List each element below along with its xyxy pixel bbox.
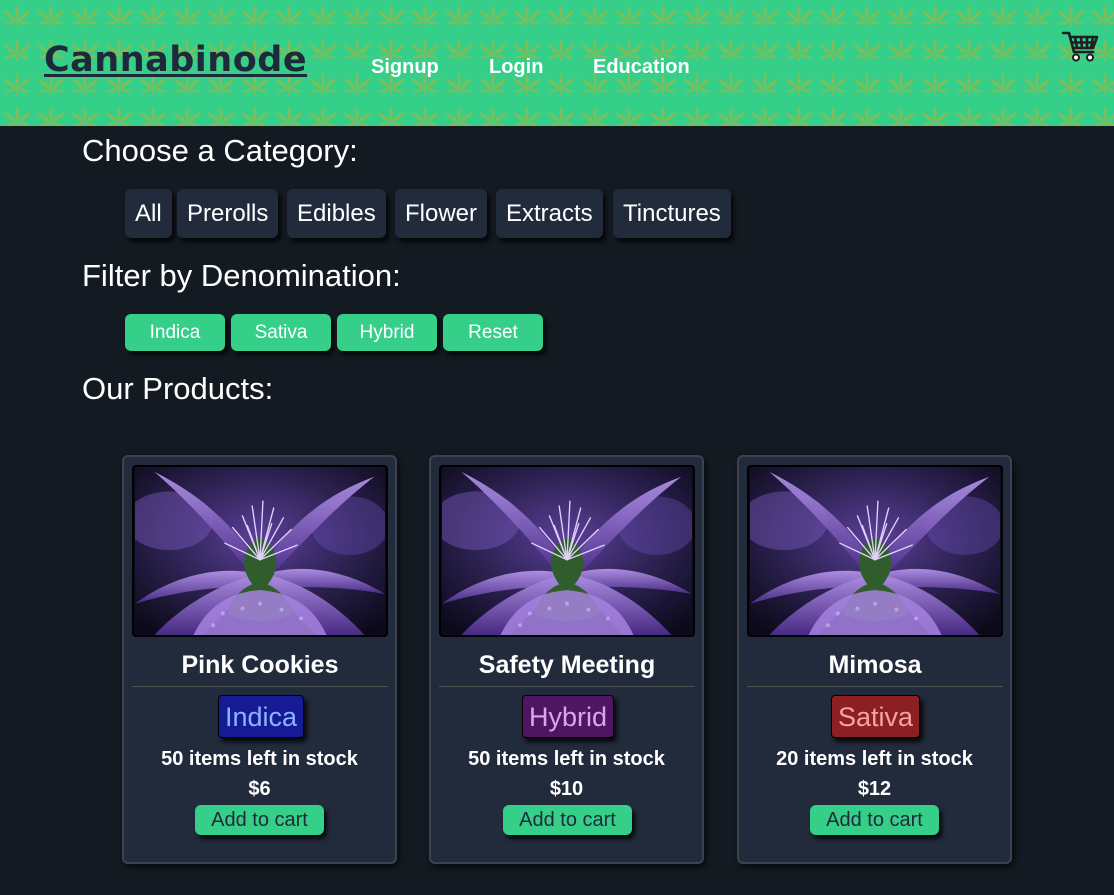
category-tinctures-button[interactable]: Tinctures (613, 189, 731, 238)
product-name: Safety Meeting (439, 651, 695, 687)
nav-education[interactable]: Education (593, 56, 690, 79)
product-image (439, 465, 695, 637)
strain-type-badge: Indica (218, 695, 305, 738)
product-name: Pink Cookies (132, 651, 388, 687)
price-text: $12 (857, 778, 892, 800)
stock-text: 50 items left in stock (468, 748, 665, 770)
nav-login[interactable]: Login (489, 56, 543, 79)
filter-indica-button[interactable]: Indica (125, 314, 225, 351)
site-logo[interactable]: Cannabinode (44, 40, 307, 80)
add-to-cart-button[interactable]: Add to cart (503, 805, 632, 835)
product-image (132, 465, 388, 637)
add-to-cart-button[interactable]: Add to cart (810, 805, 939, 835)
filter-reset-button[interactable]: Reset (443, 314, 543, 351)
strain-type-badge: Hybrid (522, 695, 615, 738)
product-name: Mimosa (747, 651, 1003, 687)
category-prerolls-button[interactable]: Prerolls (177, 189, 279, 238)
product-card: Mimosa Sativa 20 items left in stock $12… (737, 455, 1012, 864)
header-bar: Cannabinode Signup Login Education (0, 0, 1114, 126)
denomination-heading: Filter by Denomination: (82, 258, 401, 293)
filter-sativa-button[interactable]: Sativa (231, 314, 331, 351)
product-card: Pink Cookies Indica 50 items left in sto… (122, 455, 397, 864)
nav-signup[interactable]: Signup (371, 56, 439, 79)
products-heading: Our Products: (82, 371, 274, 406)
add-to-cart-button[interactable]: Add to cart (195, 805, 324, 835)
category-all-button[interactable]: All (125, 189, 172, 238)
stock-text: 20 items left in stock (776, 748, 973, 770)
strain-type-badge: Sativa (831, 695, 921, 738)
category-extracts-button[interactable]: Extracts (496, 189, 603, 238)
category-flower-button[interactable]: Flower (395, 189, 488, 238)
category-heading: Choose a Category: (82, 133, 358, 168)
price-text: $6 (248, 778, 271, 800)
category-edibles-button[interactable]: Edibles (287, 189, 386, 238)
product-card: Safety Meeting Hybrid 50 items left in s… (429, 455, 704, 864)
stock-text: 50 items left in stock (161, 748, 358, 770)
price-text: $10 (549, 778, 584, 800)
filter-hybrid-button[interactable]: Hybrid (337, 314, 437, 351)
product-image (747, 465, 1003, 637)
shopping-cart-icon[interactable] (1060, 28, 1100, 64)
